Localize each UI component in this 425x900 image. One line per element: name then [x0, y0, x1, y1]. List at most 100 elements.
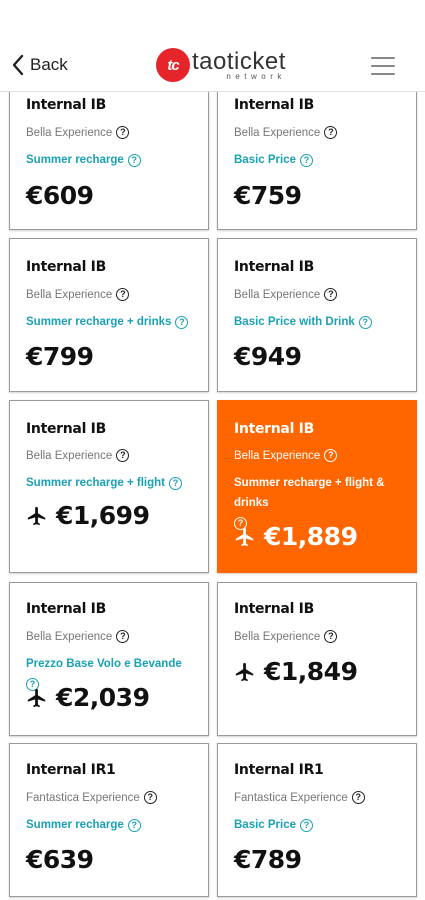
plan-label: Basic Price with Drink [234, 316, 355, 328]
chevron-left-icon [12, 54, 24, 76]
price-label: €1,849 [264, 657, 358, 686]
offer-price: €949 [234, 342, 302, 371]
offer-title: Internal IB [234, 601, 314, 617]
offer-plan: Summer recharge + flight? [26, 473, 196, 493]
offer-experience: Bella Experience? [234, 126, 338, 139]
offer-plan: Basic Price? [234, 150, 404, 170]
logo-main-text: taoticket [192, 47, 286, 75]
offer-title: Internal IR1 [26, 762, 116, 778]
offer-plan: Basic Price? [234, 815, 404, 835]
offer-plan: Basic Price with Drink? [234, 312, 404, 332]
price-label: €799 [26, 342, 94, 371]
plan-label: Prezzo Base Volo e Bevande [26, 658, 182, 670]
airplane-icon [27, 506, 46, 525]
info-icon[interactable]: ? [116, 288, 130, 301]
info-icon[interactable]: ? [324, 630, 338, 643]
price-label: €789 [234, 845, 302, 874]
offer-price: €789 [234, 845, 302, 874]
plan-label: Summer recharge + drinks [26, 316, 172, 328]
price-label: €2,039 [56, 683, 150, 712]
experience-label: Bella Experience [234, 630, 321, 643]
offer-price: €2,039 [26, 683, 150, 712]
offer-card-1[interactable]: Internal IB Bella Experience? Summer rec… [9, 76, 209, 230]
experience-label: Bella Experience [26, 449, 113, 462]
offer-card-3[interactable]: Internal IB Bella Experience? Summer rec… [9, 238, 209, 392]
experience-label: Bella Experience [26, 630, 113, 643]
plan-label: Summer recharge + flight [26, 477, 165, 489]
offer-card-5[interactable]: Internal IB Bella Experience? Summer rec… [9, 400, 209, 573]
offer-price: €1,699 [26, 501, 150, 530]
info-icon[interactable]: ? [324, 288, 338, 301]
info-icon[interactable]: ? [351, 791, 365, 804]
experience-label: Bella Experience [26, 126, 113, 139]
price-label: €609 [26, 181, 94, 210]
info-icon[interactable]: ? [300, 818, 314, 832]
price-label: €1,699 [56, 501, 150, 530]
experience-label: Bella Experience [234, 449, 321, 462]
plan-label: Summer recharge + flight & drinks [234, 477, 385, 509]
info-icon[interactable]: ? [358, 315, 372, 329]
offer-title: Internal IB [234, 97, 314, 113]
info-icon[interactable]: ? [324, 126, 338, 139]
hamburger-menu-icon[interactable] [371, 57, 395, 75]
taoticket-logo: tc taoticket network [156, 48, 286, 82]
offer-card-6-selected[interactable]: Internal IB Bella Experience? Summer rec… [217, 400, 417, 573]
price-label: €759 [234, 181, 302, 210]
offer-experience: Fantastica Experience? [26, 791, 157, 804]
offer-experience: Bella Experience? [26, 449, 130, 462]
offer-card-4[interactable]: Internal IB Bella Experience? Basic Pric… [217, 238, 417, 392]
offer-card-2[interactable]: Internal IB Bella Experience? Basic Pric… [217, 76, 417, 230]
plan-label: Basic Price [234, 819, 297, 831]
logo-mark: tc [156, 48, 190, 82]
offer-price: €799 [26, 342, 94, 371]
logo-wordmark: taoticket network [192, 47, 286, 81]
offer-price: €1,849 [234, 657, 358, 686]
offer-title: Internal IB [26, 601, 106, 617]
offer-title: Internal IR1 [234, 762, 324, 778]
info-icon[interactable]: ? [300, 153, 314, 167]
offer-plan: Summer recharge? [26, 815, 196, 835]
offer-card-9[interactable]: Internal IR1 Fantastica Experience? Summ… [9, 743, 209, 897]
plan-label: Summer recharge [26, 819, 124, 831]
offer-experience: Bella Experience? [234, 288, 338, 301]
info-icon[interactable]: ? [116, 449, 130, 462]
offer-plan: Summer recharge? [26, 150, 196, 170]
plan-label: Basic Price [234, 154, 297, 166]
offer-card-7[interactable]: Internal IB Bella Experience? Prezzo Bas… [9, 582, 209, 736]
offer-card-10[interactable]: Internal IR1 Fantastica Experience? Basi… [217, 743, 417, 897]
offer-experience: Bella Experience? [26, 126, 130, 139]
experience-label: Fantastica Experience [234, 791, 348, 804]
offer-experience: Bella Experience? [234, 449, 338, 462]
airplane-icon [235, 662, 254, 681]
info-icon[interactable]: ? [169, 476, 182, 490]
price-label: €1,889 [264, 522, 358, 551]
experience-label: Bella Experience [234, 288, 321, 301]
price-label: €949 [234, 342, 302, 371]
offer-price: €759 [234, 181, 302, 210]
offer-card-8[interactable]: Internal IB Bella Experience? €1,849 [217, 582, 417, 736]
info-icon[interactable]: ? [116, 126, 130, 139]
offer-experience: Fantastica Experience? [234, 791, 365, 804]
experience-label: Fantastica Experience [26, 791, 140, 804]
offer-plan: Summer recharge + drinks? [26, 312, 196, 332]
price-label: €639 [26, 845, 94, 874]
info-icon[interactable]: ? [116, 630, 130, 643]
info-icon[interactable]: ? [175, 315, 189, 329]
airplane-icon [27, 688, 46, 707]
info-icon[interactable]: ? [127, 153, 141, 167]
experience-label: Bella Experience [234, 126, 321, 139]
info-icon[interactable]: ? [324, 449, 338, 462]
offer-title: Internal IB [234, 259, 314, 275]
info-icon[interactable]: ? [143, 791, 157, 804]
offer-title: Internal IB [26, 259, 106, 275]
airplane-icon [235, 527, 254, 546]
offer-title: Internal IB [234, 421, 314, 437]
offer-experience: Bella Experience? [26, 288, 130, 301]
plan-label: Summer recharge [26, 154, 124, 166]
offer-title: Internal IB [26, 421, 106, 437]
offer-experience: Bella Experience? [234, 630, 338, 643]
back-button[interactable]: Back [10, 54, 68, 76]
offer-price: €1,889 [234, 522, 358, 551]
info-icon[interactable]: ? [127, 818, 141, 832]
offer-price: €609 [26, 181, 94, 210]
